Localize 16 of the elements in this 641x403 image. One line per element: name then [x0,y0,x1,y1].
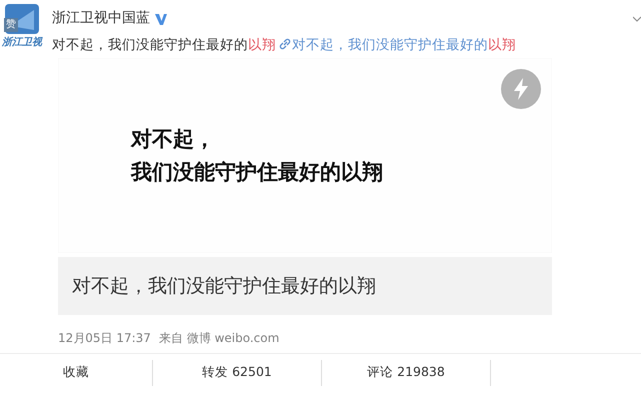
video-title: 对不起，我们没能守护住最好的以翔 [58,257,552,315]
post-time: 12月05日 17:37 [58,330,151,347]
badge: 赞 [4,18,18,32]
avatar-caption: 浙江卫视 [2,36,42,50]
post-source: 来自 微博 weibo.com [158,330,280,347]
author-name[interactable]: 浙江卫视中国蓝 [52,8,150,29]
caption-text: 我们没能守护住最好的以翔 [131,158,384,186]
link-icon [279,38,291,50]
video-frame[interactable]: 对不起， 我们没能守护住最好的以翔 [58,58,552,253]
action-button[interactable]: 评论 219838 [322,363,490,382]
caption-text: 对不起， [131,126,216,153]
lightning-icon[interactable] [501,69,541,109]
post-text: 对不起，我们没能守护住最好的以翔 对不起，我们没能守护住最好的以翔 [52,36,516,55]
action-button[interactable]: 转发 62501 [153,363,321,382]
chevron-down-icon[interactable] [633,16,641,22]
action-button[interactable]: 收藏 [0,363,152,382]
